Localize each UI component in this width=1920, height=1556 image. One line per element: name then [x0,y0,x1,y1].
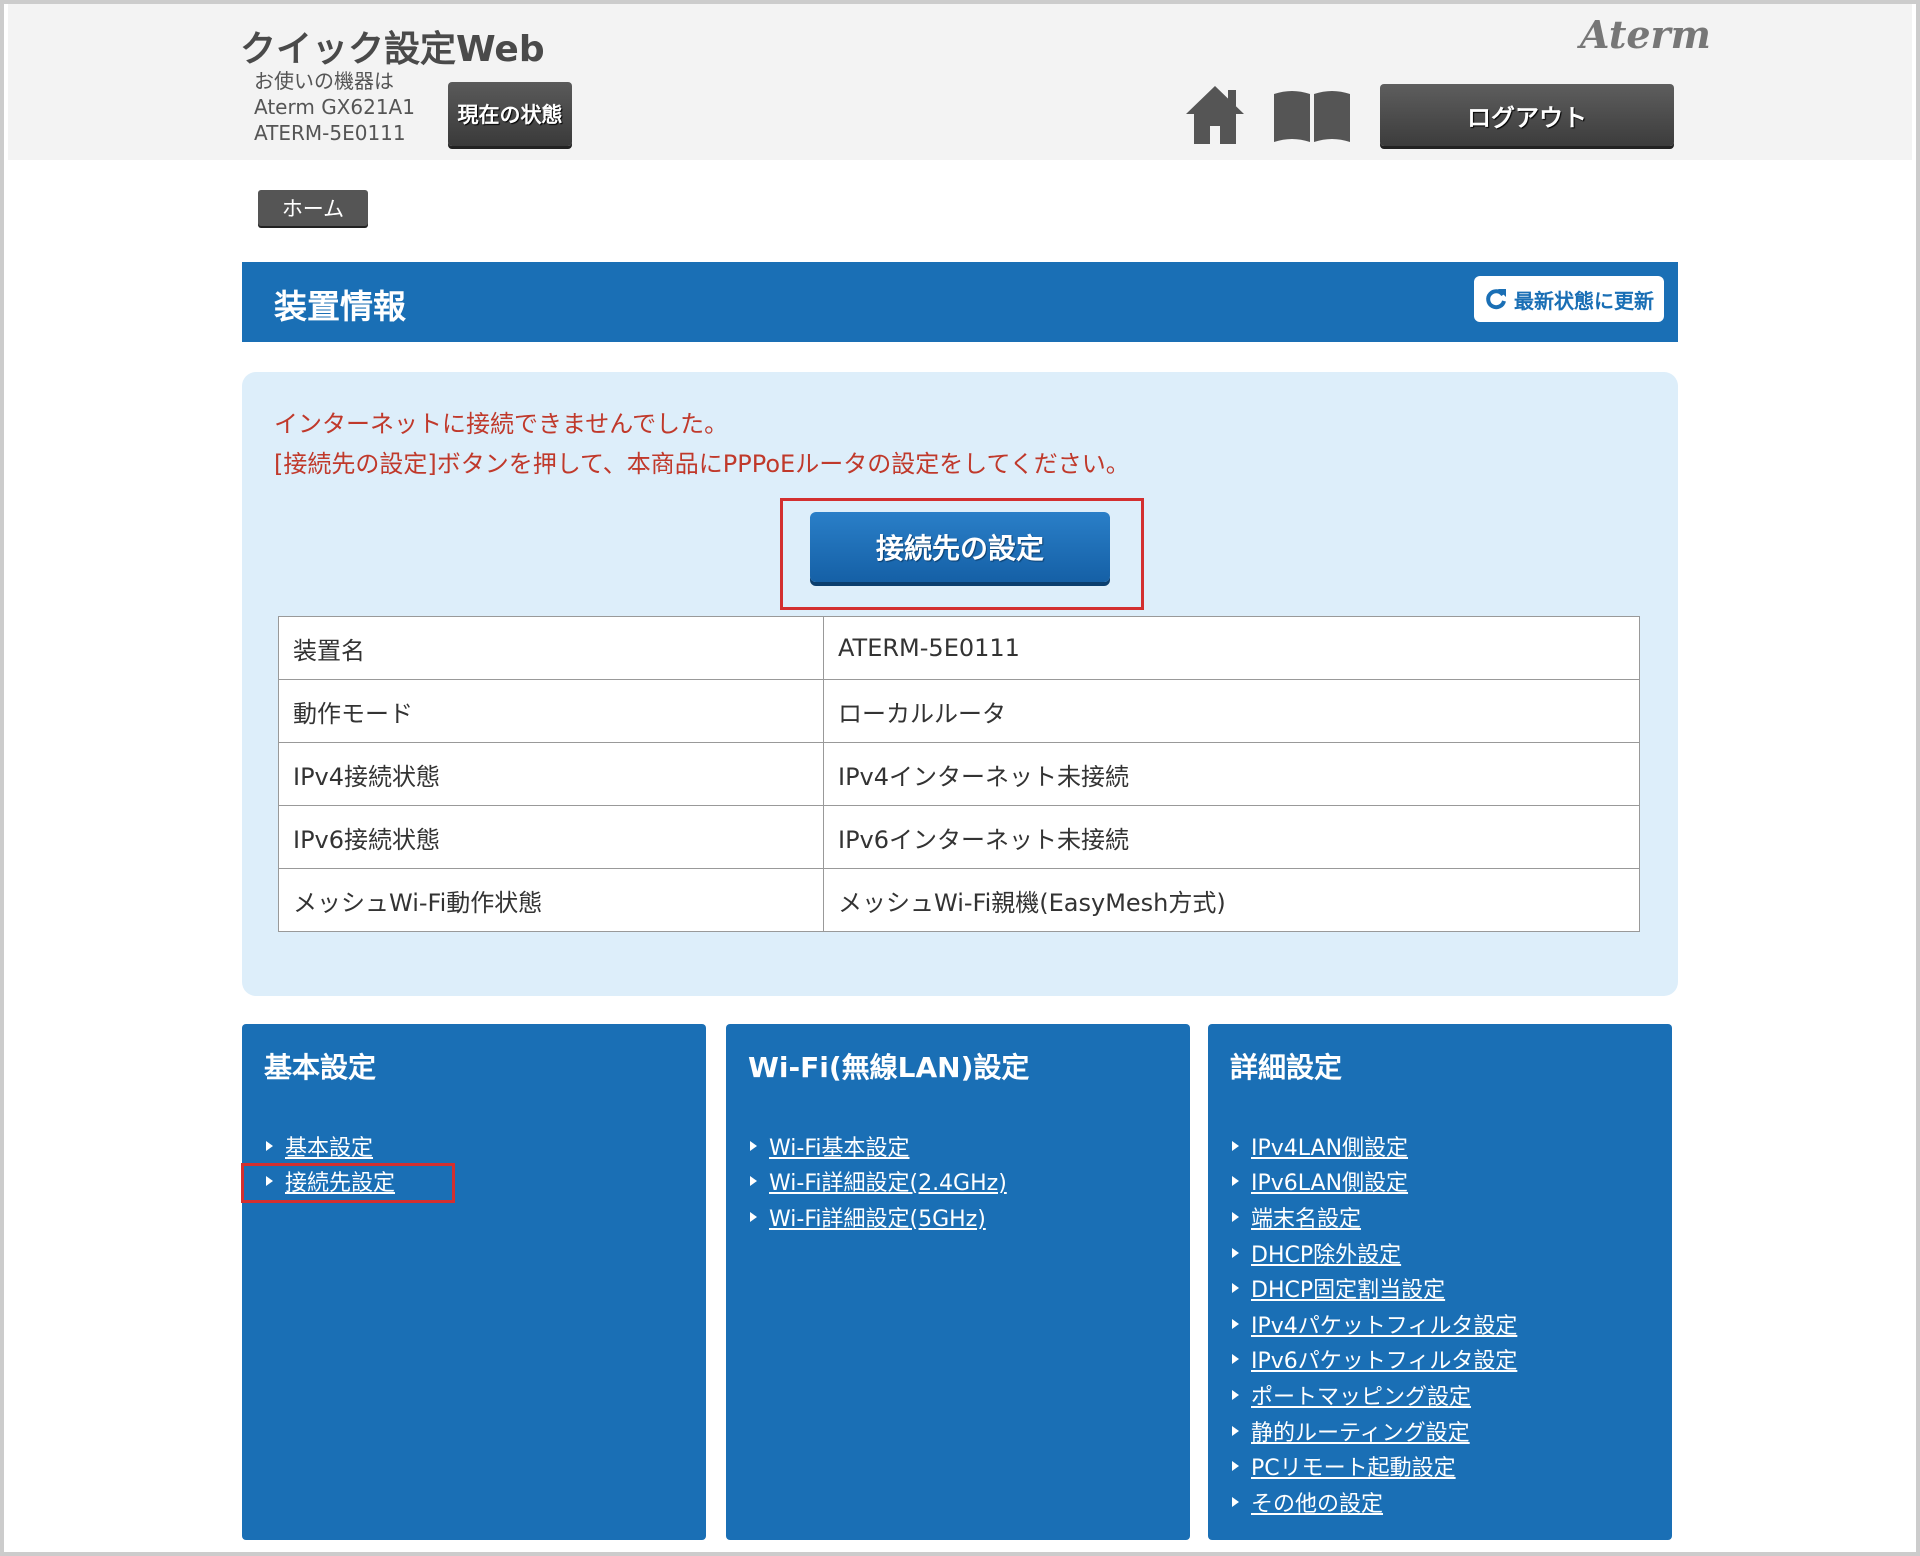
link-dhcp-fixed[interactable]: DHCP固定割当設定 [1251,1272,1445,1304]
connection-setup-button[interactable]: 接続先の設定 [810,512,1110,582]
card-title: 詳細設定 [1230,1051,1343,1084]
link-ipv6-filter[interactable]: IPv6パケットフィルタ設定 [1251,1343,1517,1375]
list-item: IPv4LAN側設定 [1232,1128,1517,1164]
triangle-right-icon [1232,1496,1239,1507]
card-title: 基本設定 [264,1051,377,1084]
link-wifi-detail-24[interactable]: Wi-Fi詳細設定(2.4GHz) [769,1165,1007,1197]
list-item: IPv6パケットフィルタ設定 [1232,1342,1517,1378]
list-item: Wi-Fi基本設定 [750,1128,1007,1164]
table-value: IPv4インターネット未接続 [823,742,1640,806]
section-header: 装置情報 最新状態に更新 [242,262,1678,342]
table-key: 動作モード [278,679,824,743]
list-item: 端末名設定 [1232,1199,1517,1235]
connection-link-highlight [241,1163,455,1203]
link-wifi-detail-5[interactable]: Wi-Fi詳細設定(5GHz) [769,1201,986,1233]
app-title: クイック設定Web [240,29,545,70]
link-list: Wi-Fi基本設定 Wi-Fi詳細設定(2.4GHz) Wi-Fi詳細設定(5G… [750,1128,1007,1235]
home-icon[interactable] [1184,84,1246,146]
list-item: Wi-Fi詳細設定(2.4GHz) [750,1164,1007,1200]
table-value: メッシュWi-Fi親機(EasyMesh方式) [823,868,1640,932]
header: クイック設定Web お使いの機器は Aterm GX621A1 ATERM-5E… [8,4,1912,160]
refresh-icon [1486,289,1506,310]
table-key: IPv4接続状態 [278,742,824,806]
table-row: メッシュWi-Fi動作状態 メッシュWi-Fi親機(EasyMesh方式) [278,868,1640,932]
list-item: DHCP固定割当設定 [1232,1270,1517,1306]
section-title: 装置情報 [274,287,406,326]
list-item: 基本設定 [266,1128,395,1164]
triangle-right-icon [750,1211,757,1222]
list-item: ポートマッピング設定 [1232,1377,1517,1413]
link-static-routing[interactable]: 静的ルーティング設定 [1251,1415,1470,1447]
table-value: ATERM-5E0111 [823,616,1640,680]
table-key: 装置名 [278,616,824,680]
link-ipv6-lan[interactable]: IPv6LAN側設定 [1251,1165,1408,1197]
triangle-right-icon [1232,1283,1239,1294]
logout-button[interactable]: ログアウト [1380,84,1674,146]
triangle-right-icon [266,1140,273,1151]
table-row: 装置名 ATERM-5E0111 [278,616,1640,680]
device-model: Aterm GX621A1 [254,95,415,119]
triangle-right-icon [1232,1461,1239,1472]
list-item: IPv6LAN側設定 [1232,1164,1517,1200]
triangle-right-icon [750,1140,757,1151]
triangle-right-icon [750,1176,757,1187]
device-info: お使いの機器は Aterm GX621A1 ATERM-5E0111 [254,68,415,146]
list-item: PCリモート起動設定 [1232,1448,1517,1484]
card-title: Wi-Fi(無線LAN)設定 [748,1051,1030,1084]
table-value: ローカルルータ [823,679,1640,743]
list-item: Wi-Fi詳細設定(5GHz) [750,1199,1007,1235]
list-item: 静的ルーティング設定 [1232,1413,1517,1449]
link-dhcp-exclude[interactable]: DHCP除外設定 [1251,1237,1401,1269]
card-wifi-settings: Wi-Fi(無線LAN)設定 Wi-Fi基本設定 Wi-Fi詳細設定(2.4GH… [726,1024,1190,1540]
breadcrumb-home[interactable]: ホーム [258,190,368,226]
device-info-table: 装置名 ATERM-5E0111 動作モード ローカルルータ IPv4接続状態 … [278,616,1640,932]
device-intro: お使いの機器は [254,69,394,93]
triangle-right-icon [1232,1247,1239,1258]
link-list: IPv4LAN側設定 IPv6LAN側設定 端末名設定 DHCP除外設定 DHC… [1232,1128,1517,1520]
book-icon[interactable] [1272,88,1352,144]
notice-line-1: インターネットに接続できませんでした。 [274,410,729,438]
table-row: IPv4接続状態 IPv4インターネット未接続 [278,742,1640,806]
table-row: 動作モード ローカルルータ [278,679,1640,743]
link-ipv4-lan[interactable]: IPv4LAN側設定 [1251,1130,1408,1162]
link-ipv4-filter[interactable]: IPv4パケットフィルタ設定 [1251,1308,1517,1340]
table-key: メッシュWi-Fi動作状態 [278,868,824,932]
refresh-label: 最新状態に更新 [1514,288,1654,313]
table-value: IPv6インターネット未接続 [823,805,1640,869]
device-info-panel: インターネットに接続できませんでした。 [接続先の設定]ボタンを押して、本商品に… [242,372,1678,996]
link-pc-remote-wake[interactable]: PCリモート起動設定 [1251,1450,1456,1482]
card-advanced-settings: 詳細設定 IPv4LAN側設定 IPv6LAN側設定 端末名設定 DHCP除外設… [1208,1024,1672,1540]
link-wifi-basic[interactable]: Wi-Fi基本設定 [769,1130,910,1162]
triangle-right-icon [1232,1140,1239,1151]
link-other-settings[interactable]: その他の設定 [1251,1486,1383,1518]
list-item: DHCP除外設定 [1232,1235,1517,1271]
card-basic-settings: 基本設定 基本設定 接続先設定 [242,1024,706,1540]
table-row: IPv6接続状態 IPv6インターネット未接続 [278,805,1640,869]
list-item: その他の設定 [1232,1484,1517,1520]
notice-line-2: [接続先の設定]ボタンを押して、本商品にPPPoEルータの設定をしてください。 [274,450,1130,478]
link-port-mapping[interactable]: ポートマッピング設定 [1251,1379,1471,1411]
triangle-right-icon [1232,1318,1239,1329]
triangle-right-icon [1232,1425,1239,1436]
link-device-name[interactable]: 端末名設定 [1251,1201,1361,1233]
triangle-right-icon [1232,1389,1239,1400]
triangle-right-icon [1232,1354,1239,1365]
table-key: IPv6接続状態 [278,805,824,869]
triangle-right-icon [1232,1176,1239,1187]
list-item: IPv4パケットフィルタ設定 [1232,1306,1517,1342]
link-basic-settings[interactable]: 基本設定 [285,1130,373,1162]
brand-logo: Aterm [1580,12,1711,57]
refresh-button[interactable]: 最新状態に更新 [1474,276,1664,322]
triangle-right-icon [1232,1211,1239,1222]
current-status-button[interactable]: 現在の状態 [448,82,572,146]
device-id: ATERM-5E0111 [254,121,406,145]
